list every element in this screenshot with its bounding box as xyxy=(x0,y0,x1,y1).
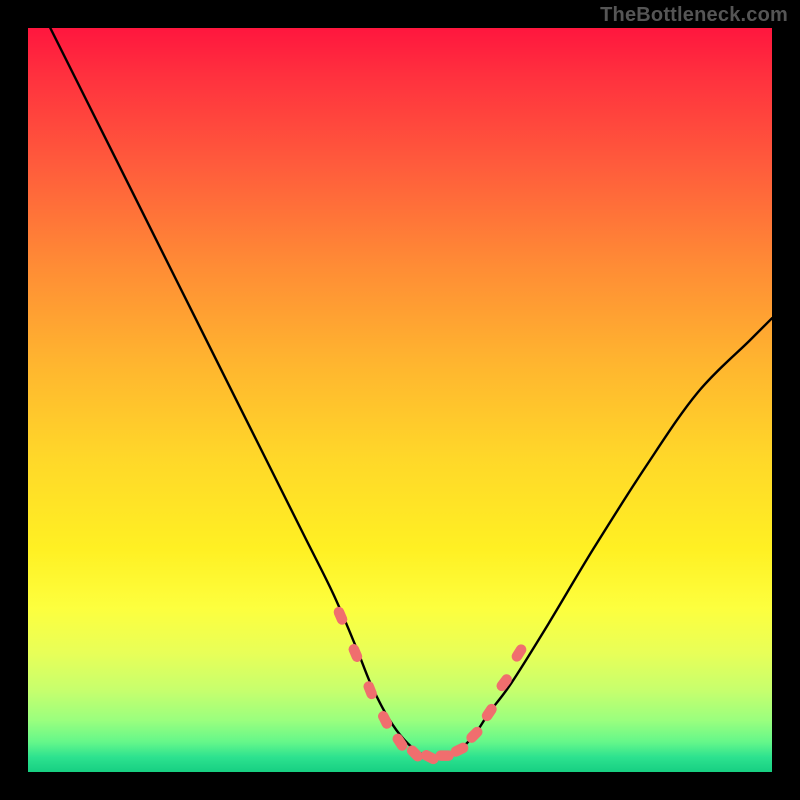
marker-cluster xyxy=(332,606,528,766)
plot-area xyxy=(28,28,772,772)
chart-stage: TheBottleneck.com xyxy=(0,0,800,800)
bottleneck-curve xyxy=(50,28,772,758)
curve-marker xyxy=(377,710,394,731)
watermark-text: TheBottleneck.com xyxy=(600,4,788,27)
curve-layer xyxy=(28,28,772,772)
